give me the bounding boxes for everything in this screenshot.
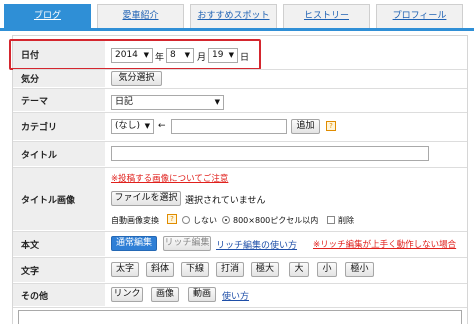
- tab-underline: [0, 28, 474, 31]
- font-large-button[interactable]: 大: [289, 262, 309, 277]
- normal-edit-button[interactable]: 通常編集: [111, 236, 157, 251]
- radio-800-convert[interactable]: [222, 216, 230, 224]
- mood-select-button[interactable]: 気分選択: [111, 71, 162, 86]
- link-button[interactable]: リンク: [111, 287, 143, 302]
- category-select[interactable]: (なし) ▼: [111, 119, 154, 134]
- auto-convert-label: 自動画像変換: [111, 216, 159, 225]
- tab-blog[interactable]: ブログ: [4, 4, 91, 28]
- font-xsmall-button[interactable]: 極小: [345, 262, 374, 277]
- image-posting-notice-link[interactable]: ※投稿する画像についてご注意: [111, 172, 228, 184]
- howto-link[interactable]: 使い方: [222, 289, 249, 302]
- radio-800-label: 800×800ピクセル以内: [233, 216, 319, 225]
- file-status: 選択されていません: [185, 196, 266, 206]
- theme-label: テーマ: [13, 89, 105, 111]
- font-xlarge-button[interactable]: 極大: [251, 262, 279, 277]
- rich-edit-warning-link[interactable]: ※リッチ編集が上手く動作しない場合: [313, 238, 456, 250]
- radio-no-convert[interactable]: [182, 216, 190, 224]
- chevron-down-icon: ▼: [144, 122, 150, 130]
- category-add-button[interactable]: 追加: [291, 119, 320, 134]
- font-small-button[interactable]: 小: [317, 262, 337, 277]
- tab-bar: ブログ 愛車紹介 おすすめスポット ヒストリー プロフィール: [0, 0, 474, 30]
- category-label: カテゴリ: [13, 113, 105, 140]
- video-button[interactable]: 動画: [188, 287, 216, 302]
- delete-label: 削除: [338, 216, 354, 225]
- theme-select[interactable]: 日記 ▼: [111, 95, 224, 110]
- italic-button[interactable]: 斜体: [146, 262, 174, 277]
- image-button[interactable]: 画像: [151, 287, 179, 302]
- delete-checkbox[interactable]: [327, 216, 335, 224]
- rich-edit-howto-link[interactable]: リッチ編集の使い方: [216, 238, 297, 251]
- help-icon[interactable]: ?: [326, 121, 336, 131]
- title-label: タイトル: [13, 142, 105, 166]
- rich-edit-button[interactable]: リッチ編集: [163, 236, 211, 251]
- radio-no-convert-label: しない: [193, 216, 217, 225]
- bold-button[interactable]: 太字: [111, 262, 139, 277]
- chevron-down-icon: ▼: [214, 98, 220, 106]
- body-textarea[interactable]: [18, 310, 462, 324]
- help-icon[interactable]: ?: [167, 214, 177, 224]
- title-input[interactable]: [111, 146, 429, 161]
- file-select-button[interactable]: ファイルを選択: [111, 191, 181, 206]
- other-label: その他: [13, 284, 105, 306]
- category-input[interactable]: [171, 119, 287, 134]
- tab-recommended-spots[interactable]: おすすめスポット: [190, 4, 277, 28]
- mood-label: 気分: [13, 70, 105, 87]
- divider: [13, 307, 467, 308]
- underline-button[interactable]: 下線: [181, 262, 209, 277]
- strikethrough-button[interactable]: 打消: [216, 262, 244, 277]
- tab-car-intro[interactable]: 愛車紹介: [97, 4, 184, 28]
- text-label: 文字: [13, 258, 105, 282]
- left-arrow-icon: ←: [158, 121, 166, 131]
- tab-profile[interactable]: プロフィール: [376, 4, 463, 28]
- date-highlight-box: [9, 39, 261, 70]
- body-label: 本文: [13, 232, 105, 256]
- tab-history[interactable]: ヒストリー: [283, 4, 370, 28]
- title-image-label: タイトル画像: [13, 168, 105, 230]
